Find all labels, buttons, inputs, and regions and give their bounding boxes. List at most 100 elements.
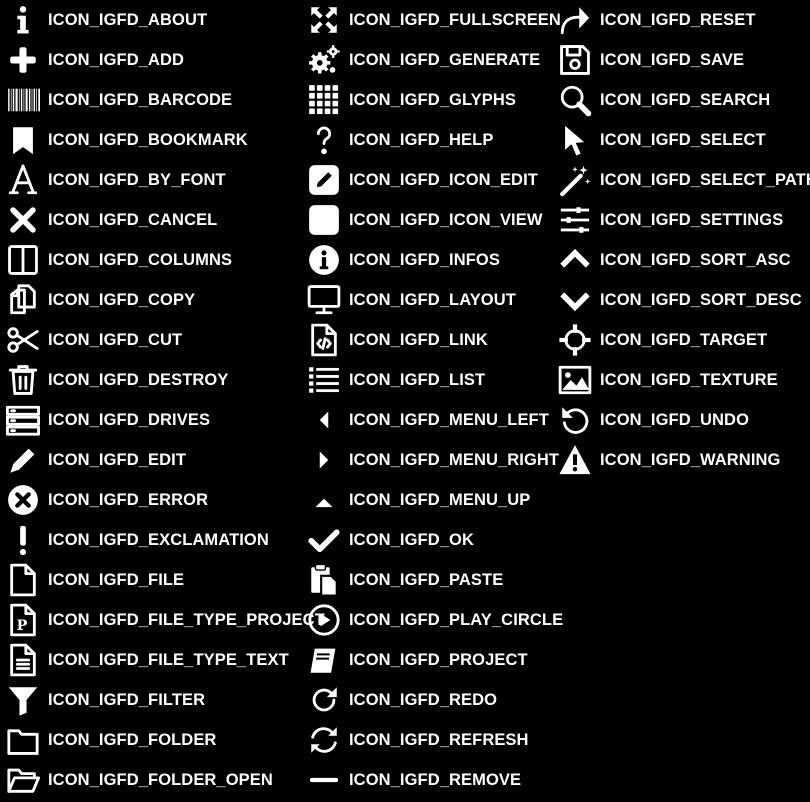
barcode-icon bbox=[6, 83, 40, 117]
icon-entry: ICON_IGFD_MENU_LEFT bbox=[307, 400, 567, 440]
icon-entry: ICON_IGFD_REMOVE bbox=[307, 760, 567, 800]
icon-entry: ICON_IGFD_PASTE bbox=[307, 560, 567, 600]
icon-label: ICON_IGFD_MENU_LEFT bbox=[349, 411, 549, 429]
project-icon bbox=[307, 643, 341, 677]
icon-label: ICON_IGFD_LAYOUT bbox=[349, 291, 516, 309]
icon-edit-icon bbox=[307, 163, 341, 197]
icon-label: ICON_IGFD_WARNING bbox=[600, 451, 781, 469]
icon-entry: ICON_IGFD_COPY bbox=[6, 280, 266, 320]
icon-label: ICON_IGFD_SORT_DESC bbox=[600, 291, 802, 309]
icon-entry: ICON_IGFD_PROJECT bbox=[307, 640, 567, 680]
fullscreen-icon bbox=[307, 3, 341, 37]
icon-entry: ICON_IGFD_ICON_VIEW bbox=[307, 200, 567, 240]
icon-label: ICON_IGFD_ICON_VIEW bbox=[349, 211, 543, 229]
icon-label: ICON_IGFD_REFRESH bbox=[349, 731, 529, 749]
icon-entry: ICON_IGFD_UNDO bbox=[558, 400, 810, 440]
icon-entry: ICON_IGFD_BY_FONT bbox=[6, 160, 266, 200]
icon-entry: ICON_IGFD_WARNING bbox=[558, 440, 810, 480]
icon-label: ICON_IGFD_LIST bbox=[349, 371, 486, 389]
filter-icon bbox=[6, 683, 40, 717]
svg-text:P: P bbox=[17, 618, 28, 634]
icon-entry: ICON_IGFD_REFRESH bbox=[307, 720, 567, 760]
icon-label: ICON_IGFD_ADD bbox=[48, 51, 185, 69]
sort-desc-icon bbox=[558, 283, 592, 317]
warning-icon bbox=[558, 443, 592, 477]
icon-entry: ICON_IGFD_FOLDER_OPEN bbox=[6, 760, 273, 800]
icon-entry: ICON_IGFD_SELECT_PATH bbox=[558, 160, 810, 200]
icon-label: ICON_IGFD_REDO bbox=[349, 691, 498, 709]
icon-label: ICON_IGFD_CUT bbox=[48, 331, 183, 349]
icon-label: ICON_IGFD_SEARCH bbox=[600, 91, 771, 109]
menu-up-icon bbox=[307, 483, 341, 517]
help-icon bbox=[307, 123, 341, 157]
icon-label: ICON_IGFD_HELP bbox=[349, 131, 494, 149]
icon-label: ICON_IGFD_FOLDER_OPEN bbox=[48, 771, 273, 789]
icon-entry: ICON_IGFD_TEXTURE bbox=[558, 360, 810, 400]
icon-entry: ICON_IGFD_OK bbox=[307, 520, 567, 560]
settings-icon bbox=[558, 203, 592, 237]
icon-entry: ICON_IGFD_CANCEL bbox=[6, 200, 266, 240]
icon-entry: P ICON_IGFD_FILE_TYPE_PROJECT bbox=[6, 600, 325, 640]
ok-icon bbox=[307, 523, 341, 557]
icon-label: ICON_IGFD_LINK bbox=[349, 331, 488, 349]
play-circle-icon bbox=[307, 603, 341, 637]
icon-entry: ICON_IGFD_CUT bbox=[6, 320, 266, 360]
folder-icon bbox=[6, 723, 40, 757]
refresh-icon bbox=[307, 723, 341, 757]
icon-entry: ICON_IGFD_ICON_EDIT bbox=[307, 160, 567, 200]
drives-icon bbox=[6, 403, 40, 437]
icon-view-icon bbox=[307, 203, 341, 237]
icon-entry: ICON_IGFD_RESET bbox=[558, 0, 810, 40]
icon-entry: ICON_IGFD_TARGET bbox=[558, 320, 810, 360]
file-type-project-icon: P bbox=[6, 603, 40, 637]
icon-label: ICON_IGFD_ABOUT bbox=[48, 11, 208, 29]
icon-label: ICON_IGFD_EDIT bbox=[48, 451, 187, 469]
menu-left-icon bbox=[307, 403, 341, 437]
icon-entry: ICON_IGFD_LAYOUT bbox=[307, 280, 567, 320]
file-icon bbox=[6, 563, 40, 597]
icon-label: ICON_IGFD_GLYPHS bbox=[349, 91, 516, 109]
cancel-icon bbox=[6, 203, 40, 237]
icon-entry: ICON_IGFD_MENU_RIGHT bbox=[307, 440, 567, 480]
target-icon bbox=[558, 323, 592, 357]
paste-icon bbox=[307, 563, 341, 597]
icon-label: ICON_IGFD_REMOVE bbox=[349, 771, 522, 789]
icon-entry: ICON_IGFD_EXCLAMATION bbox=[6, 520, 269, 560]
icon-label: ICON_IGFD_TARGET bbox=[600, 331, 768, 349]
icon-entry: ICON_IGFD_COLUMNS bbox=[6, 240, 266, 280]
glyphs-icon bbox=[307, 83, 341, 117]
icon-entry: ICON_IGFD_BOOKMARK bbox=[6, 120, 266, 160]
icon-label: ICON_IGFD_OK bbox=[349, 531, 474, 549]
icon-entry: ICON_IGFD_LINK bbox=[307, 320, 567, 360]
texture-icon bbox=[558, 363, 592, 397]
icon-label: ICON_IGFD_GENERATE bbox=[349, 51, 541, 69]
menu-right-icon bbox=[307, 443, 341, 477]
select-icon bbox=[558, 123, 592, 157]
icon-label: ICON_IGFD_SELECT bbox=[600, 131, 766, 149]
icon-label: ICON_IGFD_FILTER bbox=[48, 691, 206, 709]
about-icon bbox=[6, 3, 40, 37]
save-icon bbox=[558, 43, 592, 77]
icon-entry: ICON_IGFD_PLAY_CIRCLE bbox=[307, 600, 567, 640]
icon-entry: ICON_IGFD_DRIVES bbox=[6, 400, 266, 440]
list-icon bbox=[307, 363, 341, 397]
icon-label: ICON_IGFD_COPY bbox=[48, 291, 196, 309]
icon-entry: ICON_IGFD_GENERATE bbox=[307, 40, 567, 80]
icon-entry: ICON_IGFD_SORT_DESC bbox=[558, 280, 810, 320]
bookmark-icon bbox=[6, 123, 40, 157]
icon-entry: ICON_IGFD_REDO bbox=[307, 680, 567, 720]
icon-column-2: ICON_IGFD_FULLSCREEN ICON_IGFD_GENERATE IC… bbox=[307, 0, 567, 800]
icon-label: ICON_IGFD_COLUMNS bbox=[48, 251, 233, 269]
error-icon bbox=[6, 483, 40, 517]
add-icon bbox=[6, 43, 40, 77]
icon-entry: ICON_IGFD_SORT_ASC bbox=[558, 240, 810, 280]
icon-column-3: ICON_IGFD_RESET ICON_IGFD_SAVE ICON_IGFD_S… bbox=[558, 0, 810, 480]
icon-label: ICON_IGFD_PASTE bbox=[349, 571, 504, 589]
icon-column-1: ICON_IGFD_ABOUT ICON_IGFD_ADD ICON_IGFD_BA… bbox=[6, 0, 325, 800]
icon-label: ICON_IGFD_MENU_UP bbox=[349, 491, 531, 509]
icon-label: ICON_IGFD_DESTROY bbox=[48, 371, 229, 389]
icon-entry: ICON_IGFD_MENU_UP bbox=[307, 480, 567, 520]
icon-label: ICON_IGFD_INFOS bbox=[349, 251, 500, 269]
icon-label: ICON_IGFD_SETTINGS bbox=[600, 211, 784, 229]
icon-label: ICON_IGFD_RESET bbox=[600, 11, 756, 29]
